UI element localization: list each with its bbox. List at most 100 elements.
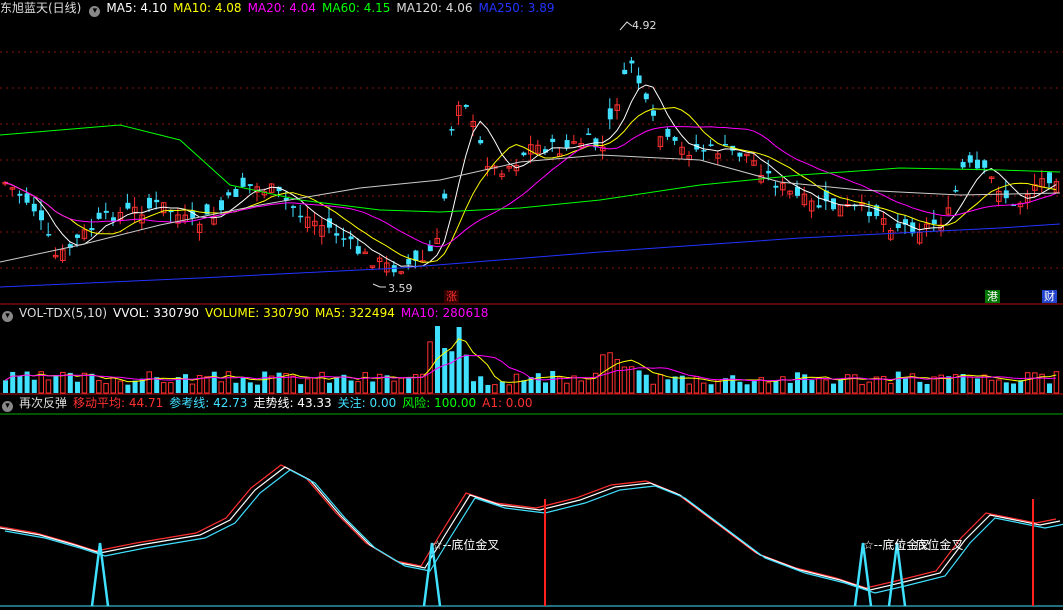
volume-bar (183, 374, 188, 393)
indicator-value: 再次反弹 (19, 396, 68, 410)
candle-body (291, 206, 296, 208)
high-price-label: 4.92 (632, 19, 657, 32)
volume-bar (334, 376, 340, 393)
volume-bar (636, 370, 642, 393)
volume-bar (355, 381, 361, 394)
volume-bar (218, 381, 224, 394)
candle-body (773, 185, 779, 188)
signal-indicator-list: 再次反弹 移动平均: 44.71 参考线: 42.73 走势线: 43.33 关注: 0… (19, 396, 539, 410)
volume-bar (485, 384, 491, 393)
candle-body (816, 205, 822, 208)
volume-bar (838, 378, 844, 393)
finance-badge[interactable]: 财 (1042, 290, 1057, 303)
volume-panel[interactable]: ▾ VOL-TDX(5,10) VVOL: 330790 VOLUME: 330790… (0, 305, 1063, 395)
volume-bar (463, 354, 469, 393)
candle-body (701, 150, 707, 152)
high-marker (619, 21, 633, 31)
indicator-value: MA250: 3.89 (478, 1, 555, 15)
signal-panel[interactable]: ▾ 再次反弹 移动平均: 44.71 参考线: 42.73 走势线: 43.33 关注: … (0, 395, 1063, 610)
candle-body (665, 129, 671, 137)
volume-bar (643, 374, 649, 393)
candle-body (766, 170, 772, 174)
volume-bar (189, 383, 196, 394)
candlestick-chart[interactable] (0, 0, 1063, 305)
volume-bar (435, 326, 440, 393)
volume-bar (903, 377, 908, 393)
candle-body (550, 138, 556, 143)
candle-body (449, 129, 455, 131)
candle-body (89, 228, 95, 231)
volume-bar (31, 379, 37, 393)
volume-bar (449, 351, 455, 393)
candle-body (463, 104, 469, 107)
candle-body (125, 202, 131, 209)
volume-bar (45, 379, 52, 394)
volume-bar (513, 373, 520, 394)
indicator-value: VVOL: 330790 (113, 306, 200, 320)
indicator-value: 风险: 100.00 (402, 396, 477, 410)
indicator-value: A1: 0.00 (482, 396, 533, 410)
dropdown-icon[interactable]: ▾ (2, 311, 13, 322)
volume-bar (10, 371, 16, 393)
volume-bar (406, 378, 412, 393)
candle-body (737, 152, 743, 157)
volume-bar (621, 366, 628, 394)
volume-bar (276, 372, 282, 393)
dropdown-icon[interactable]: ▾ (2, 401, 13, 412)
candle-body (629, 60, 635, 64)
candle-body (154, 199, 160, 203)
indicator-value: MA120: 4.06 (396, 1, 473, 15)
volume-bar (492, 384, 498, 394)
volume-bar (1018, 380, 1024, 393)
golden-cross-label: ☆--底位金叉 (432, 538, 500, 552)
limit-up-badge[interactable]: 涨 (444, 290, 459, 303)
candle-body (147, 197, 152, 209)
volume-bar (1003, 382, 1009, 393)
candle-body (219, 200, 224, 211)
price-panel[interactable]: 东旭蓝天(日线) ▾ MA5: 4.10 MA10: 4.08 MA20: 4.04 MA… (0, 0, 1063, 305)
candle-body (247, 184, 253, 186)
candle-body (341, 238, 347, 240)
volume-bar (665, 379, 671, 393)
candle-body (708, 144, 714, 146)
indicator-value: MA10: 4.08 (173, 1, 242, 15)
volume-bar (17, 375, 23, 393)
volume-bar (550, 371, 556, 393)
volume-bar (290, 375, 296, 394)
candle-body (24, 193, 30, 203)
indicator-value: MA5: 322494 (314, 306, 395, 320)
candle-body (622, 69, 628, 75)
indicator-value: MA20: 4.04 (247, 1, 316, 15)
volume-bar (795, 372, 800, 393)
candle-body (96, 212, 102, 219)
ma250-line (0, 223, 1061, 288)
candle-body (355, 246, 361, 254)
candle-body (226, 192, 232, 196)
dropdown-icon[interactable]: ▾ (89, 6, 101, 17)
volume-bar (844, 374, 851, 394)
candle-body (607, 108, 613, 120)
candle-body (334, 233, 340, 236)
volume-bar (578, 380, 584, 394)
candle-body (233, 188, 239, 197)
volume-bar (787, 382, 793, 393)
ma5-line (4, 84, 1057, 268)
volume-bar (53, 375, 59, 393)
candle-body (672, 137, 678, 141)
volume-bar (75, 381, 80, 393)
volume-bar (657, 374, 664, 394)
volume-bar (773, 380, 779, 393)
volume-bar (744, 384, 750, 393)
volume-bar (478, 376, 484, 393)
signal-chart[interactable] (0, 395, 1063, 610)
volume-bar (160, 382, 167, 394)
volume-bar (556, 376, 563, 394)
ma60-line (0, 124, 1061, 213)
hk-connect-badge[interactable]: 港 (985, 290, 1000, 303)
candle-body (795, 186, 800, 196)
candle-body (478, 140, 484, 144)
candle-body (967, 155, 973, 163)
candle-body (240, 177, 246, 187)
moving-average-line (0, 464, 1057, 589)
golden-cross-label: ☆--底位金叉 (896, 538, 964, 552)
